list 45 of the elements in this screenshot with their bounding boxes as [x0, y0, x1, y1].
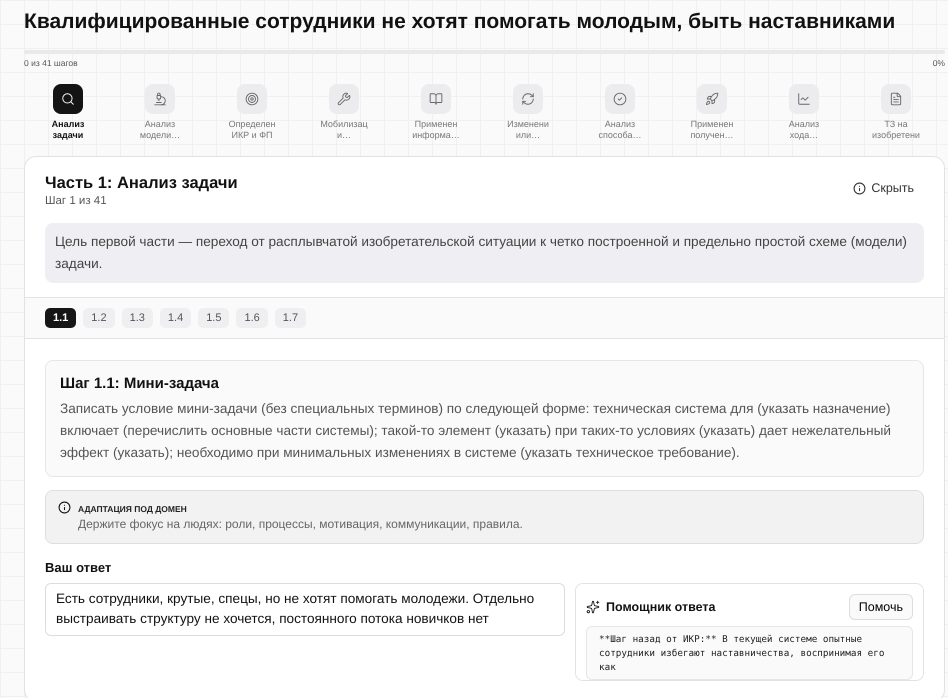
info-icon — [58, 501, 71, 514]
goal-note: Цель первой части — переход от расплывчатой изобретательской ситуации к четко построенной и предельно простой схеме (модели) задачи. — [45, 223, 924, 283]
info-icon — [853, 182, 866, 194]
substep-tab[interactable]: 1.2 — [83, 308, 115, 328]
search-icon — [53, 84, 83, 114]
refresh-icon — [513, 84, 543, 114]
stage-tab[interactable]: Анализ хода… — [758, 84, 850, 141]
part-title: Часть 1: Анализ задачи — [45, 173, 238, 193]
answer-label: Ваш ответ — [45, 560, 112, 575]
substep-tab[interactable]: 1.7 — [274, 308, 306, 328]
step-title: Шаг 1.1: Мини-задача — [60, 375, 220, 392]
stage-tab[interactable]: Анализ задачи — [22, 84, 114, 141]
assistant-output: **Шаг назад от ИКР:** В текущей системе опытные сотрудники избегают наставничества, воспринимая его как — [586, 626, 913, 680]
progress-percent: 0% — [932, 58, 945, 68]
stage-tab[interactable]: Изменени или… — [482, 84, 574, 141]
assistant-title: Помощник ответа — [606, 600, 716, 614]
part-subtitle: Шаг 1 из 41 — [45, 195, 108, 207]
wrench-icon — [329, 84, 359, 114]
sparkles-icon — [586, 600, 600, 614]
target-icon — [237, 84, 267, 114]
stage-tab[interactable]: Анализ способа… — [574, 84, 666, 141]
step-description: Записать условие мини-задачи (без специальных терминов) по следующей форме: техническая система для (указать назначение) включает (перечислить основные части системы); такой-то элемент (указать) при таких-то условиях (указать) дает нежелательный эффект (указать); необходимо при минимальных изменениях в системе (указать техническое требование). — [60, 400, 892, 462]
help-button[interactable]: Помочь — [848, 594, 913, 620]
substep-tab[interactable]: 1.6 — [236, 308, 268, 328]
document-icon — [881, 84, 911, 114]
stage-tab[interactable]: Применен информа… — [390, 84, 482, 141]
microscope-icon — [145, 84, 175, 114]
book-icon — [421, 84, 451, 114]
stage-tab[interactable]: Анализ модели… — [114, 84, 206, 141]
steps-count: 0 из 41 шагов — [24, 58, 78, 68]
stage-tab[interactable]: Мобилизац и… — [298, 84, 390, 141]
rocket-icon — [697, 84, 727, 114]
answer-field[interactable]: Есть сотрудники, крутые, спецы, но не хотят помогать молодежи. Отдельно выстраивать структуру не хочется, постоянного потока новичков нет — [45, 583, 565, 636]
line-chart-icon — [789, 84, 819, 114]
stage-tab[interactable]: ТЗ на изобретени — [850, 84, 942, 141]
substep-tab[interactable]: 1.1 — [45, 308, 76, 328]
substep-tab[interactable]: 1.4 — [160, 308, 192, 328]
note-title: АДАПТАЦИЯ ПОД ДОМЕН — [78, 503, 188, 514]
stage-tab[interactable]: Применен получен… — [666, 84, 758, 141]
note-text: Держите фокус на людях: роли, процессы, мотивация, коммуникации, правила. — [78, 517, 524, 531]
substep-tab[interactable]: 1.3 — [122, 308, 153, 328]
stage-tab[interactable]: Определен ИКР и ФП — [206, 84, 298, 141]
substep-tab[interactable]: 1.5 — [198, 308, 230, 328]
hide-button[interactable]: Скрыть — [853, 173, 924, 195]
page-title: Квалифицированные сотрудники не хотят помогать молодым, быть наставниками — [24, 9, 896, 35]
